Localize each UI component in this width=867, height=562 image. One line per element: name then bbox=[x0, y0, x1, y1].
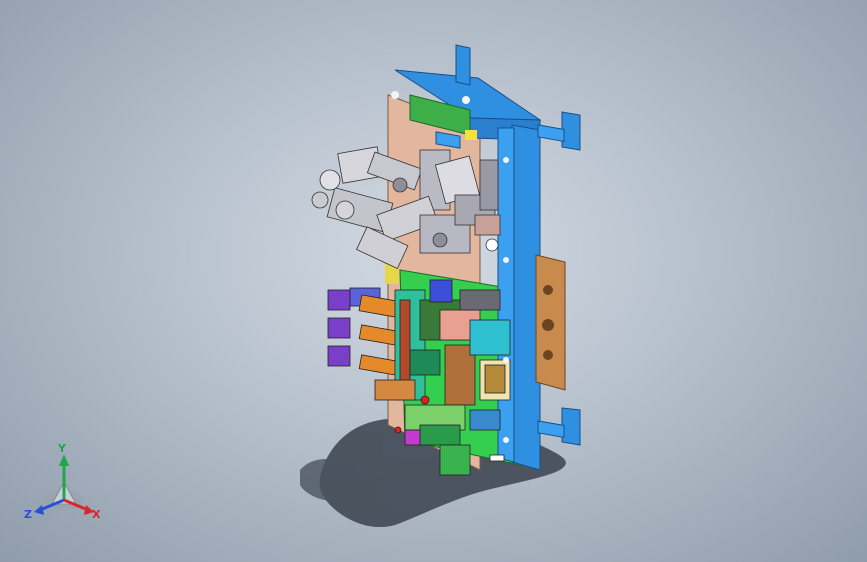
bracket-hole-1 bbox=[543, 285, 553, 295]
yellow-accent bbox=[465, 130, 477, 140]
z-axis-label: Z bbox=[24, 508, 32, 521]
mold-assembly[interactable] bbox=[311, 44, 581, 476]
coordinate-triad: Y Z X bbox=[24, 442, 101, 521]
bracket-hole-3 bbox=[543, 350, 553, 360]
top-flange-right bbox=[561, 111, 581, 151]
bracket-hole-2 bbox=[542, 319, 554, 331]
z-axis-arrow bbox=[34, 505, 44, 515]
x-axis-label: X bbox=[92, 508, 101, 521]
top-flange-left bbox=[455, 44, 471, 86]
y-axis-arrow bbox=[59, 454, 69, 466]
graphics-viewport[interactable] bbox=[0, 0, 867, 562]
top-pipe-right bbox=[537, 124, 565, 143]
bottom-flange-right bbox=[561, 407, 581, 446]
y-axis-label: Y bbox=[57, 442, 67, 455]
bottom-pipe-right bbox=[537, 420, 565, 439]
